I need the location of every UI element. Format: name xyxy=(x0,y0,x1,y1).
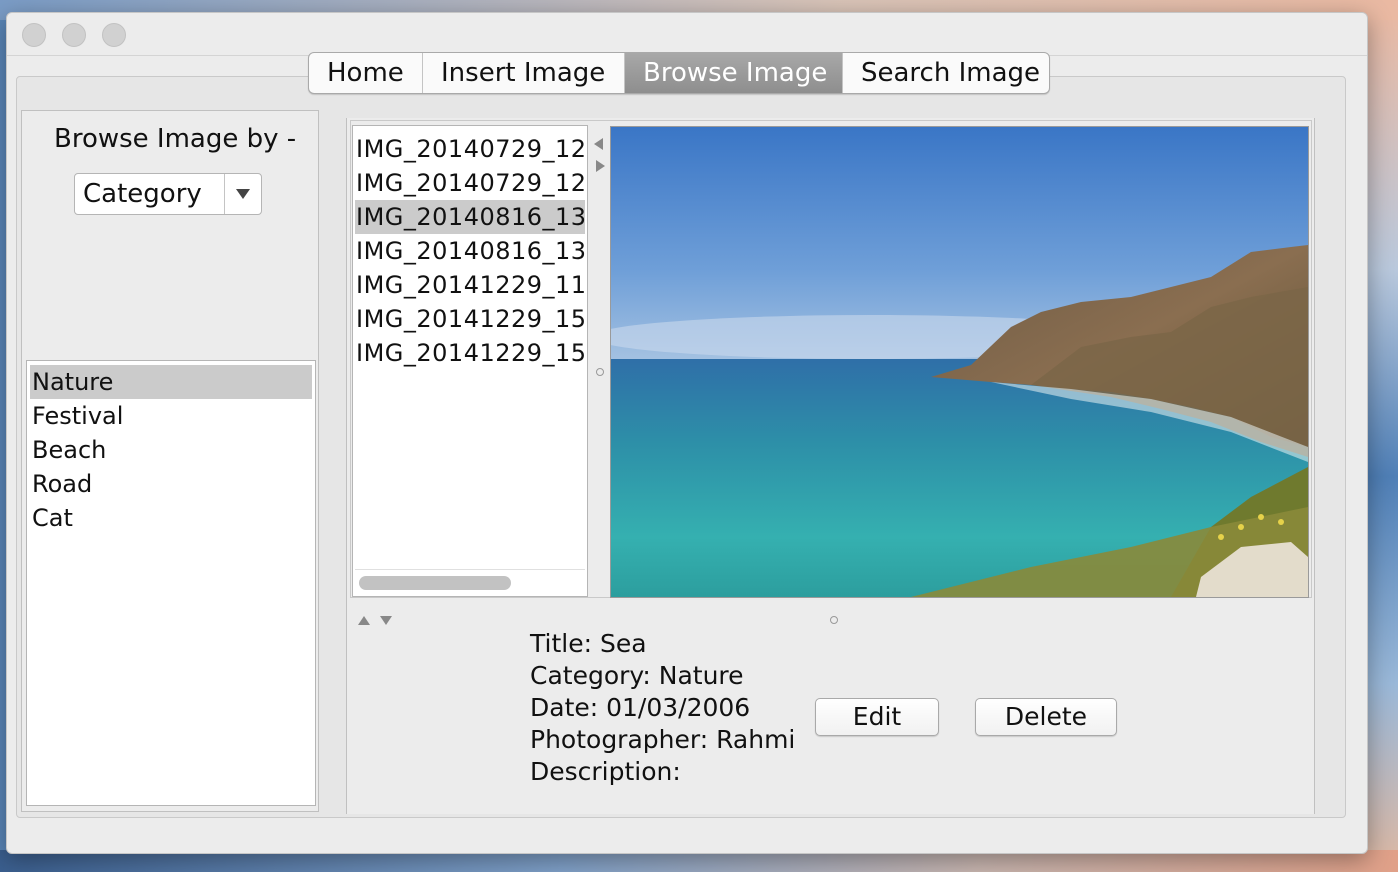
image-preview xyxy=(610,126,1309,598)
file-list-item[interactable]: IMG_20141229_15 xyxy=(353,302,587,336)
file-list[interactable]: IMG_20140729_12 IMG_20140729_12 IMG_2014… xyxy=(352,125,588,597)
detail-date: Date: 01/03/2006 xyxy=(530,693,751,722)
category-item-road[interactable]: Road xyxy=(27,467,315,501)
close-window-button[interactable] xyxy=(22,23,46,47)
image-details: Title: Sea Category: Nature Date: 01/03/… xyxy=(530,628,795,788)
split-divider-handle-icon[interactable] xyxy=(596,368,604,376)
detail-photographer: Photographer: Rahmi xyxy=(530,725,796,754)
desktop-wallpaper-right xyxy=(1366,20,1398,850)
category-item-cat[interactable]: Cat xyxy=(27,501,315,535)
tab-insert-image[interactable]: Insert Image xyxy=(423,53,625,93)
file-list-item-selected[interactable]: IMG_20140816_13 xyxy=(355,200,585,234)
category-list[interactable]: Nature Festival Beach Road Cat xyxy=(26,360,316,806)
tab-bar: Home Insert Image Browse Image Search Im… xyxy=(308,52,1050,94)
minimize-window-button[interactable] xyxy=(62,23,86,47)
file-list-item[interactable]: IMG_20141229_11 xyxy=(353,268,587,302)
title-bar xyxy=(7,13,1367,56)
collapse-left-arrow-icon[interactable] xyxy=(594,138,603,150)
browse-by-dropdown[interactable]: Category xyxy=(74,173,262,215)
expand-down-arrow-icon[interactable] xyxy=(380,616,392,625)
browse-by-label: Browse Image by - xyxy=(54,124,297,154)
file-list-item[interactable]: IMG_20140729_12 xyxy=(353,132,587,166)
browse-by-selected-value: Category xyxy=(83,179,202,209)
edit-button[interactable]: Edit xyxy=(815,698,939,736)
file-list-item[interactable]: IMG_20140816_13 xyxy=(353,234,587,268)
expand-right-arrow-icon[interactable] xyxy=(596,160,605,172)
detail-category: Category: Nature xyxy=(530,661,744,690)
collapse-up-arrow-icon[interactable] xyxy=(358,616,370,625)
file-list-item[interactable]: IMG_20141229_15 xyxy=(353,336,587,370)
delete-button[interactable]: Delete xyxy=(975,698,1117,736)
zoom-window-button[interactable] xyxy=(102,23,126,47)
category-item-festival[interactable]: Festival xyxy=(27,399,315,433)
detail-title: Title: Sea xyxy=(530,629,647,658)
category-item-nature[interactable]: Nature xyxy=(30,365,312,399)
chevron-down-icon[interactable] xyxy=(224,174,261,214)
tab-search-image[interactable]: Search Image xyxy=(843,53,1049,93)
category-item-beach[interactable]: Beach xyxy=(27,433,315,467)
file-list-item[interactable]: IMG_20140729_12 xyxy=(353,166,587,200)
tab-browse-image[interactable]: Browse Image xyxy=(625,53,843,93)
detail-description: Description: xyxy=(530,757,681,786)
scrollbar-thumb[interactable] xyxy=(359,576,511,590)
vertical-split-handle-icon[interactable] xyxy=(830,616,838,624)
horizontal-scrollbar[interactable] xyxy=(355,569,585,592)
tab-home[interactable]: Home xyxy=(309,53,423,93)
